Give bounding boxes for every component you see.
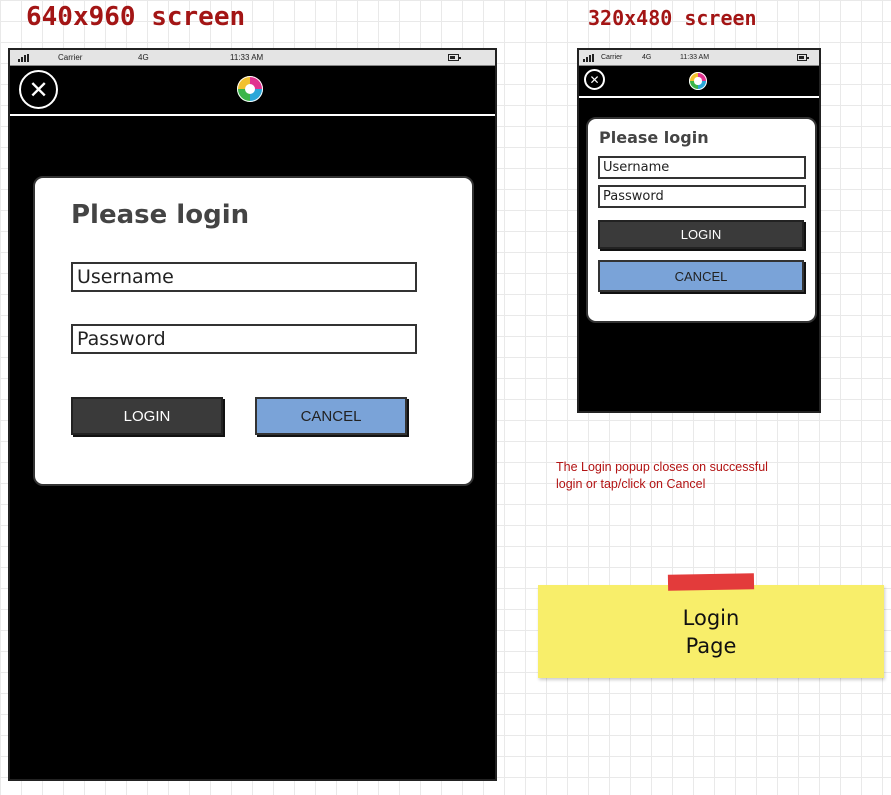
battery-icon	[448, 54, 461, 61]
close-icon[interactable]: ✕	[19, 70, 58, 109]
password-field[interactable]: Password	[598, 185, 806, 208]
app-logo-icon	[689, 72, 707, 90]
password-placeholder: Password	[77, 328, 166, 350]
login-button[interactable]: LOGIN	[71, 397, 223, 435]
login-dialog: Please login Username Password LOGIN CAN…	[586, 117, 817, 323]
sticky-tape	[667, 573, 755, 591]
behavior-note: The Login popup closes on successful log…	[556, 460, 768, 491]
dialog-title: Please login	[599, 128, 709, 147]
carrier-label: Carrier	[601, 54, 623, 61]
username-field[interactable]: Username	[598, 156, 806, 179]
username-placeholder: Username	[603, 160, 670, 175]
status-bar: Carrier 4G 11:33 AM	[579, 50, 819, 66]
status-bar: Carrier 4G 11:33 AM	[10, 50, 495, 66]
dialog-title: Please login	[71, 200, 250, 230]
nav-bar: ✕	[10, 66, 495, 116]
login-button[interactable]: LOGIN	[598, 220, 804, 249]
signal-bars-icon	[583, 54, 594, 62]
small-phone-mockup: Carrier 4G 11:33 AM ✕ Please login Usern…	[577, 48, 821, 413]
time-label: 11:33 AM	[230, 53, 264, 62]
username-field[interactable]: Username	[71, 262, 417, 292]
nav-bar: ✕	[579, 66, 819, 98]
carrier-label: Carrier	[58, 53, 83, 62]
time-label: 11:33 AM	[680, 54, 710, 61]
username-placeholder: Username	[77, 266, 174, 288]
small-screen-heading: 320x480 screen	[588, 6, 757, 30]
login-dialog: Please login Username Password LOGIN CAN…	[33, 176, 474, 486]
network-label: 4G	[138, 53, 149, 62]
large-phone-mockup: Carrier 4G 11:33 AM ✕ Please login Usern…	[8, 48, 497, 781]
password-field[interactable]: Password	[71, 324, 417, 354]
battery-icon	[797, 54, 809, 61]
app-logo-icon	[237, 76, 263, 102]
signal-bars-icon	[18, 54, 29, 62]
password-placeholder: Password	[603, 189, 664, 204]
sticky-note: Login Page	[538, 585, 884, 678]
sticky-note-text: Login Page	[682, 605, 740, 658]
cancel-button[interactable]: CANCEL	[598, 260, 804, 292]
network-label: 4G	[642, 54, 652, 61]
close-icon[interactable]: ✕	[584, 69, 605, 90]
large-screen-heading: 640x960 screen	[26, 2, 246, 32]
cancel-button[interactable]: CANCEL	[255, 397, 407, 435]
